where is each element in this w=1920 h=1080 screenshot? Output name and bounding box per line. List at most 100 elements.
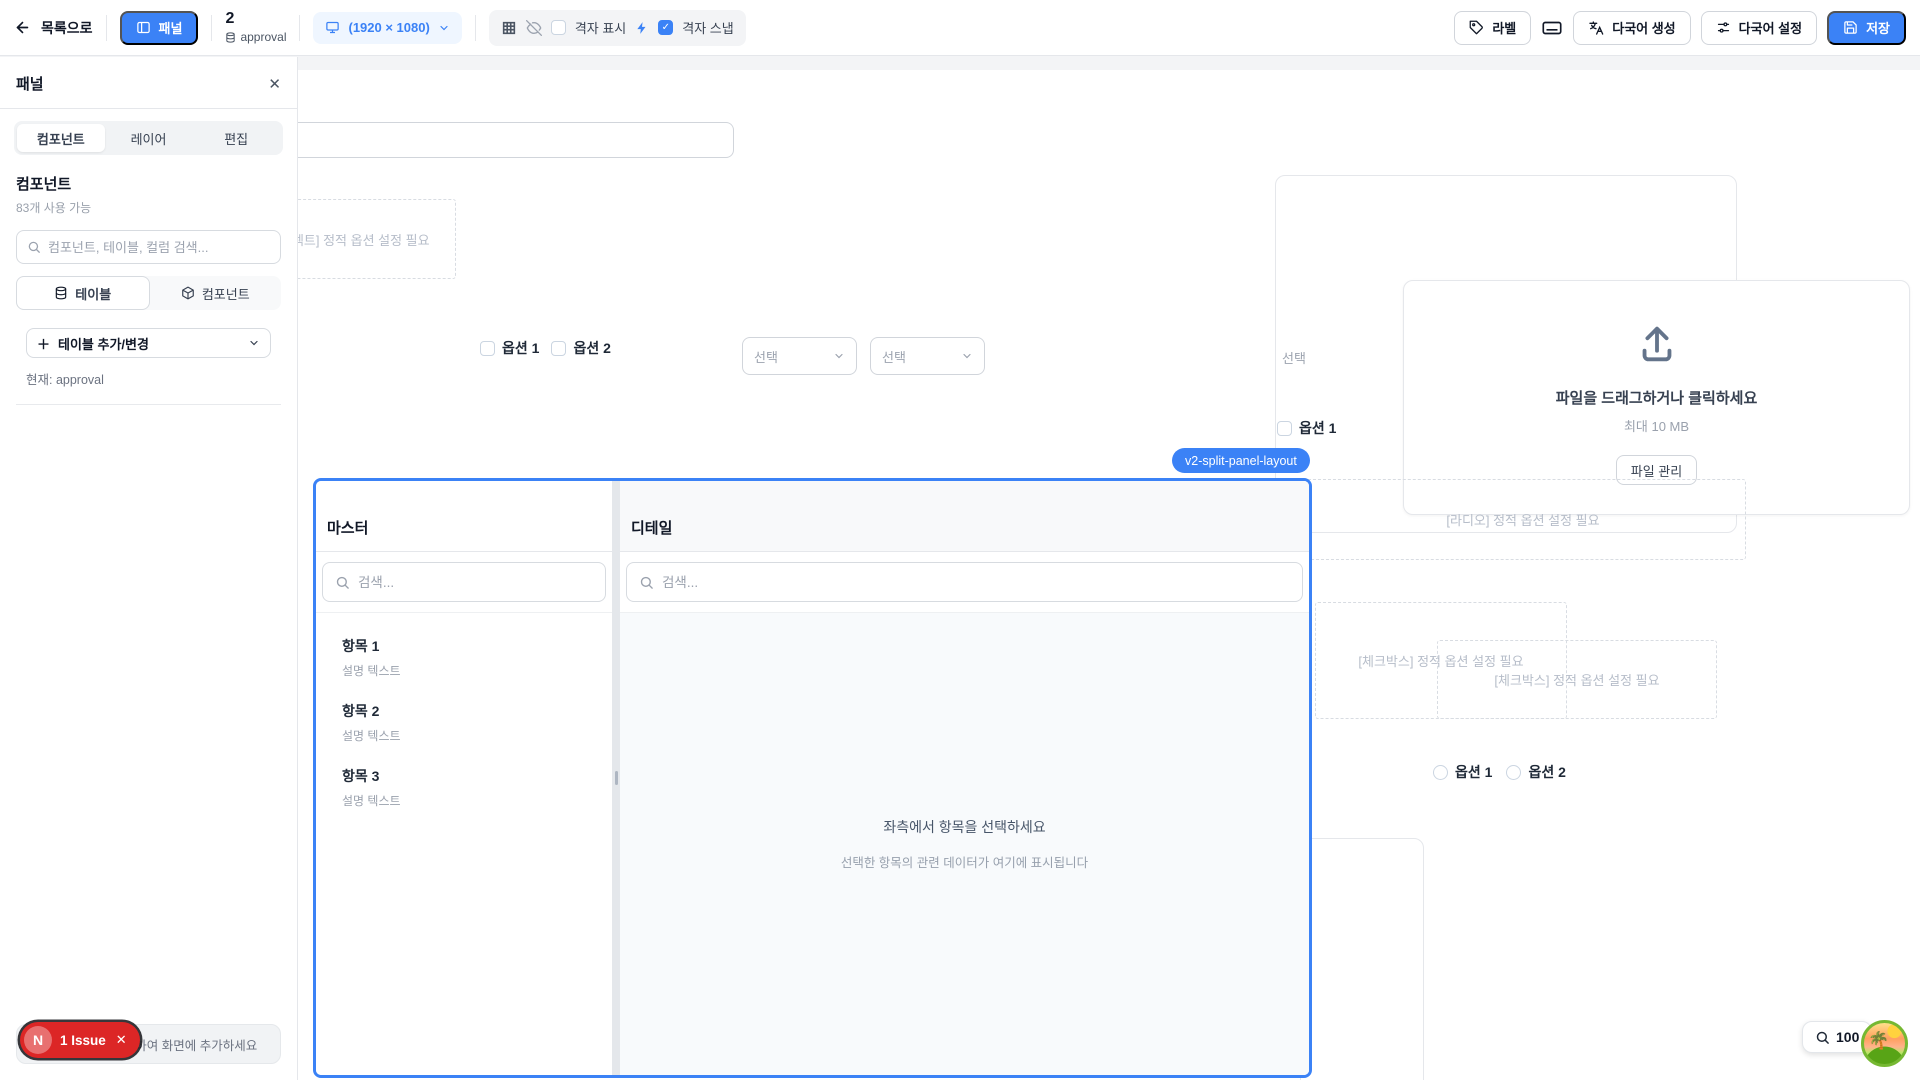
table-name: approval [240, 31, 286, 45]
upload-title: 파일을 드래그하거나 클릭하세요 [1556, 387, 1758, 408]
i18n-generate-label: 다국어 생성 [1612, 18, 1675, 37]
master-pane: 마스터 항목 1 설명 텍스트 항목 2 설명 텍스트 [316, 481, 612, 1075]
side-panel-header: 패널 ✕ [0, 57, 297, 109]
checkbox-icon[interactable] [551, 341, 566, 356]
back-to-list-button[interactable]: 목록으로 [14, 18, 93, 38]
toolbar-right: 라벨 다국어 생성 다국어 설정 저장 [1454, 11, 1906, 45]
i18n-settings-button[interactable]: 다국어 설정 [1701, 11, 1817, 45]
current-table-label: 현재: approval [26, 369, 271, 388]
panel-icon [136, 20, 151, 35]
canvas-radio-group: 옵션 1 옵션 2 [1433, 762, 1566, 782]
canvas-select-2[interactable]: 선택 [870, 337, 985, 375]
checkbox-label: 옵션 2 [573, 338, 610, 358]
radio-option-1[interactable]: 옵션 1 [1433, 762, 1492, 782]
panel-title: 패널 [16, 73, 44, 94]
list-item[interactable]: 항목 1 설명 텍스트 [316, 625, 612, 690]
list-item[interactable]: 항목 2 설명 텍스트 [316, 690, 612, 755]
master-search-input[interactable] [322, 562, 606, 602]
back-to-list-label: 목록으로 [41, 18, 93, 38]
selected-component-badge: v2-split-panel-layout [1172, 448, 1310, 473]
canvas-text-input[interactable] [250, 122, 734, 158]
master-pane-title: 마스터 [316, 481, 612, 552]
close-icon[interactable]: ✕ [268, 75, 281, 93]
detail-search-input[interactable] [626, 562, 1303, 602]
issue-count-label: 1 Issue [60, 1033, 106, 1048]
list-item[interactable]: 항목 3 설명 텍스트 [316, 755, 612, 820]
pane-resizer[interactable] [612, 481, 620, 1075]
viewport-size-label: (1920 × 1080) [348, 20, 429, 35]
list-item-desc: 설명 텍스트 [342, 727, 586, 744]
save-button-text: 저장 [1866, 18, 1890, 37]
save-button[interactable]: 저장 [1827, 11, 1906, 45]
panel-toggle-label: 패널 [159, 18, 183, 37]
canvas-select-1[interactable]: 선택 [742, 337, 857, 375]
divider [211, 15, 212, 41]
island-widget-icon[interactable]: 🌴 [1861, 1020, 1908, 1067]
checkbox-icon[interactable] [1277, 421, 1292, 436]
toggle-tables[interactable]: 테이블 [16, 276, 150, 310]
radio-static-placeholder[interactable]: [라디오] 정적 옵션 설정 필요 [1300, 479, 1746, 560]
panel-toggle-button[interactable]: 패널 [120, 11, 199, 45]
grid-options-group: 격자 표시 ✓ 격자 스냅 [489, 10, 746, 46]
table-badge: approval [225, 31, 286, 45]
card-checkbox-option[interactable]: 옵션 1 [1277, 418, 1336, 438]
magnifier-icon [1815, 1030, 1830, 1045]
panel-search-input[interactable] [16, 230, 281, 264]
grid-show-checkbox[interactable] [551, 20, 566, 35]
grid-snap-label: 격자 스냅 [682, 18, 733, 37]
pane-resizer-handle[interactable] [615, 771, 618, 785]
i18n-settings-label: 다국어 설정 [1739, 18, 1802, 37]
chevron-down-icon [438, 22, 450, 34]
list-item-desc: 설명 텍스트 [342, 662, 586, 679]
search-icon [335, 575, 350, 590]
components-section-title: 컴포넌트 [16, 173, 281, 194]
detail-empty-desc: 선택한 항목의 관련 데이터가 여기에 표시됩니다 [841, 852, 1088, 871]
list-item-desc: 설명 텍스트 [342, 792, 586, 809]
canvas-card-bottom[interactable] [1300, 838, 1424, 1080]
checkbox-icon[interactable] [480, 341, 495, 356]
radio-option-2[interactable]: 옵션 2 [1506, 762, 1565, 782]
master-search-row [316, 552, 612, 613]
checkbox-static-notice: [체크박스] 정적 옵션 설정 필요 [1494, 670, 1659, 689]
page-info: 2 approval [225, 10, 286, 44]
detail-pane: 디테일 좌측에서 항목을 선택하세요 선택한 항목의 관련 데이터가 여기에 표… [620, 481, 1309, 1075]
detail-search-field[interactable] [662, 575, 1290, 590]
components-section: 컴포넌트 83개 사용 가능 [16, 173, 281, 216]
chevron-down-icon [248, 337, 260, 349]
detail-empty-state: 좌측에서 항목을 선택하세요 선택한 항목의 관련 데이터가 여기에 표시됩니다 [620, 613, 1309, 1075]
tab-layers[interactable]: 레이어 [105, 124, 193, 152]
checkbox-option-2[interactable]: 옵션 2 [551, 338, 610, 358]
upload-icon [1634, 321, 1680, 367]
grid-icon [501, 20, 517, 36]
checkbox-option-1[interactable]: 옵션 1 [480, 338, 539, 358]
list-item-title: 항목 3 [342, 766, 586, 786]
label-button[interactable]: 라벨 [1454, 11, 1531, 45]
checkbox-static-placeholder-2[interactable]: [체크박스] 정적 옵션 설정 필요 [1437, 640, 1717, 719]
split-panel-component[interactable]: 마스터 항목 1 설명 텍스트 항목 2 설명 텍스트 [313, 478, 1312, 1078]
toggle-tables-label: 테이블 [75, 284, 111, 303]
tab-components[interactable]: 컴포넌트 [17, 124, 105, 152]
tab-edit[interactable]: 편집 [192, 124, 280, 152]
close-icon[interactable]: ✕ [116, 1032, 127, 1048]
viewport-size-dropdown[interactable]: (1920 × 1080) [313, 12, 461, 44]
plus-icon: ＋ [37, 334, 50, 353]
monitor-icon [325, 20, 340, 35]
lightning-icon [635, 21, 649, 35]
keyboard-icon[interactable] [1541, 17, 1563, 39]
panel-tabs: 컴포넌트 레이어 편집 [14, 121, 283, 155]
radio-icon[interactable] [1433, 765, 1448, 780]
side-panel: 패널 ✕ 컴포넌트 레이어 편집 컴포넌트 83개 사용 가능 테이블 [0, 57, 298, 1080]
radio-icon[interactable] [1506, 765, 1521, 780]
upload-limit: 최대 10 MB [1624, 416, 1689, 435]
grid-snap-checkbox[interactable]: ✓ [658, 20, 673, 35]
arrow-left-icon [14, 19, 31, 36]
panel-search-field[interactable] [48, 240, 270, 255]
toggle-components[interactable]: 컴포넌트 [150, 276, 282, 310]
list-item-title: 항목 1 [342, 636, 586, 656]
radio-static-notice: [라디오] 정적 옵션 설정 필요 [1446, 510, 1599, 529]
page-number: 2 [225, 10, 286, 28]
issue-badge[interactable]: N 1 Issue ✕ [20, 1022, 140, 1058]
master-search-field[interactable] [358, 575, 593, 590]
i18n-generate-button[interactable]: 다국어 생성 [1573, 11, 1690, 45]
add-table-dropdown[interactable]: ＋ 테이블 추가/변경 [26, 328, 271, 358]
